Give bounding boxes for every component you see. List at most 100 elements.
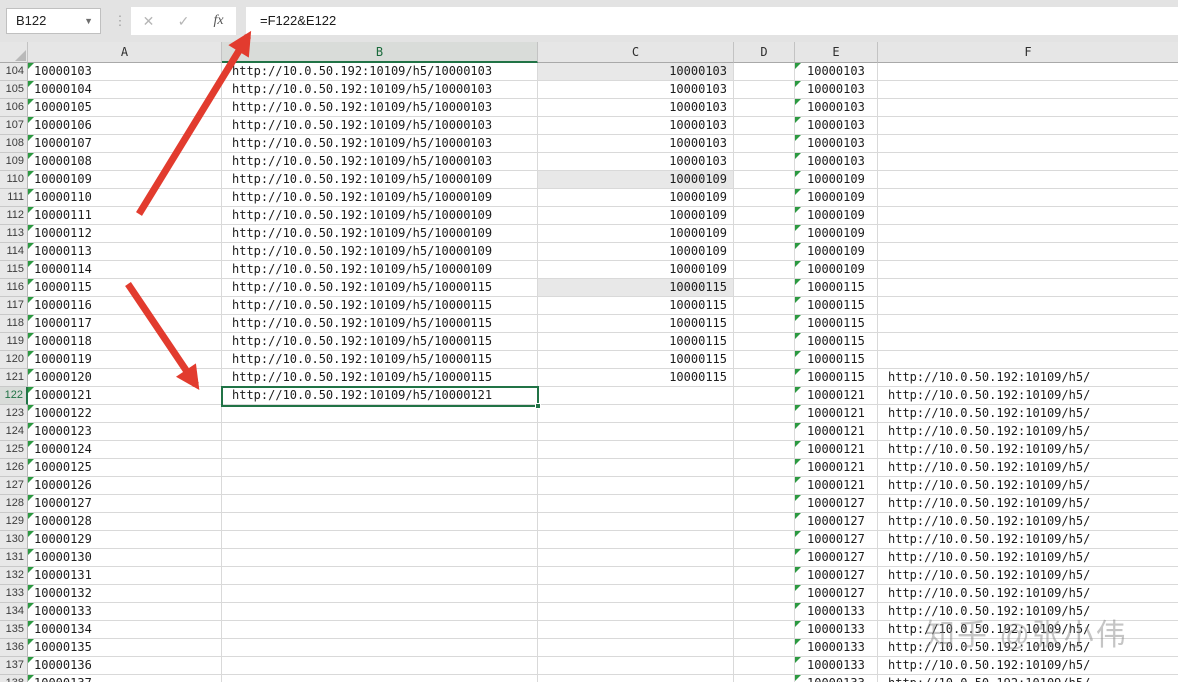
cell-E124[interactable]: 10000121 bbox=[795, 423, 878, 441]
cell-F110[interactable] bbox=[878, 171, 1178, 189]
cell-C127[interactable] bbox=[538, 477, 734, 495]
insert-function-icon[interactable]: fx bbox=[201, 13, 236, 29]
cell-F126[interactable]: http://10.0.50.192:10109/h5/ bbox=[878, 459, 1178, 477]
row-header-117[interactable]: 117 bbox=[0, 297, 28, 315]
cell-B120[interactable]: http://10.0.50.192:10109/h5/10000115 bbox=[222, 351, 538, 369]
cell-D113[interactable] bbox=[734, 225, 795, 243]
cell-B107[interactable]: http://10.0.50.192:10109/h5/10000103 bbox=[222, 117, 538, 135]
cell-D132[interactable] bbox=[734, 567, 795, 585]
cell-B136[interactable] bbox=[222, 639, 538, 657]
cell-F112[interactable] bbox=[878, 207, 1178, 225]
cell-C126[interactable] bbox=[538, 459, 734, 477]
row-header-110[interactable]: 110 bbox=[0, 171, 28, 189]
cell-D130[interactable] bbox=[734, 531, 795, 549]
cell-D125[interactable] bbox=[734, 441, 795, 459]
column-header-D[interactable]: D bbox=[734, 42, 795, 63]
cell-C132[interactable] bbox=[538, 567, 734, 585]
cell-D109[interactable] bbox=[734, 153, 795, 171]
cell-F129[interactable]: http://10.0.50.192:10109/h5/ bbox=[878, 513, 1178, 531]
cell-E126[interactable]: 10000121 bbox=[795, 459, 878, 477]
cell-B124[interactable] bbox=[222, 423, 538, 441]
cell-E123[interactable]: 10000121 bbox=[795, 405, 878, 423]
cell-C115[interactable]: 10000109 bbox=[538, 261, 734, 279]
cell-A117[interactable]: 10000116 bbox=[28, 297, 222, 315]
cell-D117[interactable] bbox=[734, 297, 795, 315]
cell-D111[interactable] bbox=[734, 189, 795, 207]
row-header-137[interactable]: 137 bbox=[0, 657, 28, 675]
cell-B135[interactable] bbox=[222, 621, 538, 639]
cell-F104[interactable] bbox=[878, 63, 1178, 81]
cell-D133[interactable] bbox=[734, 585, 795, 603]
cell-E110[interactable]: 10000109 bbox=[795, 171, 878, 189]
cell-D123[interactable] bbox=[734, 405, 795, 423]
cell-A127[interactable]: 10000126 bbox=[28, 477, 222, 495]
cell-F136[interactable]: http://10.0.50.192:10109/h5/ bbox=[878, 639, 1178, 657]
row-header-106[interactable]: 106 bbox=[0, 99, 28, 117]
row-header-115[interactable]: 115 bbox=[0, 261, 28, 279]
select-all-corner[interactable] bbox=[0, 42, 28, 63]
cell-B118[interactable]: http://10.0.50.192:10109/h5/10000115 bbox=[222, 315, 538, 333]
cell-A137[interactable]: 10000136 bbox=[28, 657, 222, 675]
cell-C105[interactable]: 10000103 bbox=[538, 81, 734, 99]
row-header-128[interactable]: 128 bbox=[0, 495, 28, 513]
cell-C125[interactable] bbox=[538, 441, 734, 459]
cell-A125[interactable]: 10000124 bbox=[28, 441, 222, 459]
cell-A135[interactable]: 10000134 bbox=[28, 621, 222, 639]
cell-A124[interactable]: 10000123 bbox=[28, 423, 222, 441]
column-header-F[interactable]: F bbox=[878, 42, 1178, 63]
cell-D129[interactable] bbox=[734, 513, 795, 531]
cell-E114[interactable]: 10000109 bbox=[795, 243, 878, 261]
cell-C108[interactable]: 10000103 bbox=[538, 135, 734, 153]
cell-E130[interactable]: 10000127 bbox=[795, 531, 878, 549]
cell-D135[interactable] bbox=[734, 621, 795, 639]
cell-F113[interactable] bbox=[878, 225, 1178, 243]
cell-B116[interactable]: http://10.0.50.192:10109/h5/10000115 bbox=[222, 279, 538, 297]
cell-B113[interactable]: http://10.0.50.192:10109/h5/10000109 bbox=[222, 225, 538, 243]
row-header-111[interactable]: 111 bbox=[0, 189, 28, 207]
cell-F130[interactable]: http://10.0.50.192:10109/h5/ bbox=[878, 531, 1178, 549]
cell-F118[interactable] bbox=[878, 315, 1178, 333]
cell-B133[interactable] bbox=[222, 585, 538, 603]
row-header-119[interactable]: 119 bbox=[0, 333, 28, 351]
cell-C137[interactable] bbox=[538, 657, 734, 675]
row-header-138[interactable]: 138 bbox=[0, 675, 28, 682]
cell-D115[interactable] bbox=[734, 261, 795, 279]
row-header-135[interactable]: 135 bbox=[0, 621, 28, 639]
cell-D134[interactable] bbox=[734, 603, 795, 621]
cell-C129[interactable] bbox=[538, 513, 734, 531]
cell-E105[interactable]: 10000103 bbox=[795, 81, 878, 99]
cell-C120[interactable]: 10000115 bbox=[538, 351, 734, 369]
cell-C116[interactable]: 10000115 bbox=[538, 279, 734, 297]
cell-A136[interactable]: 10000135 bbox=[28, 639, 222, 657]
cell-D122[interactable] bbox=[734, 387, 795, 405]
cell-E112[interactable]: 10000109 bbox=[795, 207, 878, 225]
cell-C104[interactable]: 10000103 bbox=[538, 63, 734, 81]
cell-A112[interactable]: 10000111 bbox=[28, 207, 222, 225]
cell-B138[interactable] bbox=[222, 675, 538, 682]
row-header-126[interactable]: 126 bbox=[0, 459, 28, 477]
cell-A118[interactable]: 10000117 bbox=[28, 315, 222, 333]
cell-B129[interactable] bbox=[222, 513, 538, 531]
cell-B106[interactable]: http://10.0.50.192:10109/h5/10000103 bbox=[222, 99, 538, 117]
cell-B128[interactable] bbox=[222, 495, 538, 513]
row-header-105[interactable]: 105 bbox=[0, 81, 28, 99]
cell-C134[interactable] bbox=[538, 603, 734, 621]
row-header-120[interactable]: 120 bbox=[0, 351, 28, 369]
cell-C106[interactable]: 10000103 bbox=[538, 99, 734, 117]
cell-E106[interactable]: 10000103 bbox=[795, 99, 878, 117]
cell-D112[interactable] bbox=[734, 207, 795, 225]
row-header-104[interactable]: 104 bbox=[0, 63, 28, 81]
row-header-109[interactable]: 109 bbox=[0, 153, 28, 171]
column-header-C[interactable]: C bbox=[538, 42, 734, 63]
cell-D126[interactable] bbox=[734, 459, 795, 477]
cell-D138[interactable] bbox=[734, 675, 795, 682]
cell-F128[interactable]: http://10.0.50.192:10109/h5/ bbox=[878, 495, 1178, 513]
cell-B121[interactable]: http://10.0.50.192:10109/h5/10000115 bbox=[222, 369, 538, 387]
cell-C109[interactable]: 10000103 bbox=[538, 153, 734, 171]
column-header-E[interactable]: E bbox=[795, 42, 878, 63]
cell-A113[interactable]: 10000112 bbox=[28, 225, 222, 243]
row-header-132[interactable]: 132 bbox=[0, 567, 28, 585]
cell-A107[interactable]: 10000106 bbox=[28, 117, 222, 135]
cell-F119[interactable] bbox=[878, 333, 1178, 351]
cell-F115[interactable] bbox=[878, 261, 1178, 279]
